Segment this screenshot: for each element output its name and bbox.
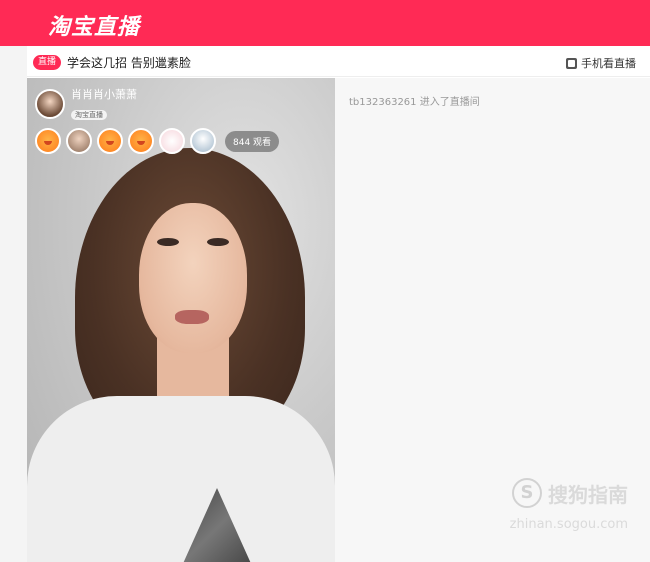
streamer-face bbox=[139, 203, 247, 353]
streamer-right-eye bbox=[207, 238, 229, 246]
photo-avatar-icon[interactable] bbox=[66, 128, 92, 154]
streamer-mouth bbox=[175, 310, 209, 324]
left-gutter bbox=[0, 46, 27, 562]
live-badge: 直播 bbox=[33, 55, 62, 70]
watch-on-mobile-link[interactable]: 手机看直播 bbox=[566, 55, 636, 71]
anchor-tag: 淘宝直播 bbox=[71, 110, 107, 120]
top-header-bar: 淘宝直播 bbox=[0, 0, 650, 46]
streamer-shirt bbox=[27, 396, 335, 562]
stream-info-bar: 直播 学会这几招 告别邋素脸 手机看直播 bbox=[27, 47, 650, 77]
photo-avatar-icon[interactable] bbox=[190, 128, 216, 154]
watermark-text: 搜狗指南 bbox=[548, 482, 628, 507]
watch-on-mobile-label: 手机看直播 bbox=[581, 57, 636, 70]
anchor-info[interactable]: 肖肖肖小萧萧 淘宝直播 bbox=[35, 86, 137, 121]
live-video-player[interactable]: 肖肖肖小萧萧 淘宝直播 844 观看 bbox=[27, 78, 335, 562]
taobao-live-logo[interactable]: 淘宝直播 bbox=[48, 9, 140, 41]
anchor-avatar[interactable] bbox=[35, 88, 65, 119]
sogou-logo-icon: S bbox=[512, 478, 542, 508]
orange-avatar-icon[interactable] bbox=[97, 128, 123, 154]
stream-title: 学会这几招 告别邋素脸 bbox=[67, 56, 191, 70]
anchor-name: 肖肖肖小萧萧 bbox=[71, 88, 137, 101]
sogou-watermark: S 搜狗指南 bbox=[512, 478, 628, 508]
viewer-count: 844 观看 bbox=[225, 130, 280, 152]
watermark-url: zhinan.sogou.com bbox=[509, 517, 628, 532]
pink-avatar-icon[interactable] bbox=[159, 128, 185, 154]
orange-avatar-icon[interactable] bbox=[128, 128, 154, 154]
viewer-list: 844 观看 bbox=[35, 128, 280, 154]
qr-code-icon bbox=[566, 57, 577, 69]
chat-message: tb132363261 进入了直播间 bbox=[349, 97, 480, 108]
orange-avatar-icon[interactable] bbox=[35, 128, 61, 154]
streamer-left-eye bbox=[157, 238, 179, 246]
anchor-text: 肖肖肖小萧萧 淘宝直播 bbox=[71, 86, 137, 121]
